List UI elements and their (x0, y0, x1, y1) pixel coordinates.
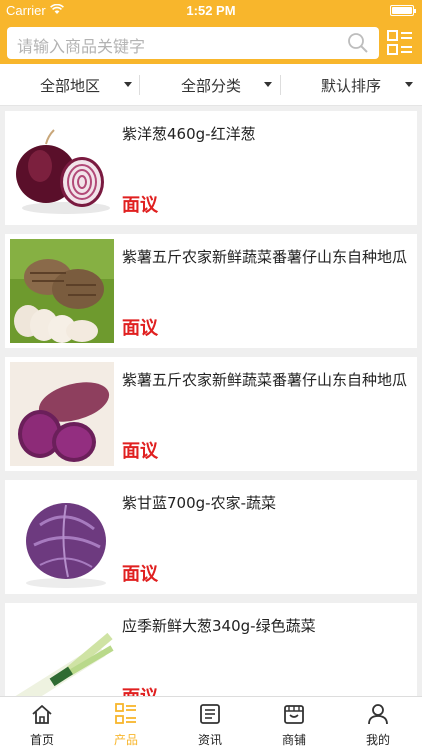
shop-icon (284, 705, 304, 724)
divider (280, 75, 281, 95)
product-image (10, 239, 114, 343)
tab-products[interactable]: 产品 (84, 697, 168, 750)
filter-region-label: 全部地区 (40, 77, 101, 95)
filter-region[interactable]: 全部地区 (0, 64, 140, 106)
search-input[interactable]: 请输入商品关键字 (7, 27, 379, 59)
tab-news[interactable]: 资讯 (168, 697, 252, 750)
product-card[interactable]: 紫薯五斤农家新鲜蔬菜番薯仔山东自种地瓜 面议 (5, 234, 417, 348)
product-title: 紫薯五斤农家新鲜蔬菜番薯仔山东自种地瓜 (122, 248, 408, 266)
product-card[interactable]: 应季新鲜大葱340g-绿色蔬菜 面议 (5, 603, 417, 696)
product-title: 紫薯五斤农家新鲜蔬菜番薯仔山东自种地瓜 (122, 371, 408, 389)
user-icon (368, 704, 388, 725)
status-bar: Carrier 1:52 PM (0, 0, 422, 22)
product-price: 面议 (122, 564, 158, 585)
product-title: 应季新鲜大葱340g-绿色蔬菜 (122, 617, 316, 635)
product-title: 紫甘蓝700g-农家-蔬菜 (122, 494, 276, 512)
product-title: 紫洋葱460g-红洋葱 (122, 125, 256, 143)
product-image (10, 116, 114, 220)
tab-bar: 首页 产品 资讯 商铺 我的 (0, 696, 422, 750)
product-price: 面议 (122, 195, 158, 216)
news-icon (200, 704, 220, 724)
tab-shops[interactable]: 商铺 (252, 697, 336, 750)
divider (139, 75, 140, 95)
chevron-down-icon (124, 82, 132, 87)
product-image (10, 362, 114, 466)
category-menu-icon[interactable] (387, 30, 413, 56)
product-price: 面议 (122, 441, 158, 462)
tab-news-label: 资讯 (197, 733, 222, 747)
tab-shops-label: 商铺 (281, 733, 306, 747)
product-price: 面议 (122, 318, 158, 339)
product-list[interactable]: 紫洋葱460g-红洋葱 面议 紫薯五斤农家新鲜蔬菜番薯仔山东自种地瓜 面议 紫薯… (0, 106, 422, 696)
search-placeholder: 请输入商品关键字 (17, 37, 146, 56)
filter-sort-label: 默认排序 (321, 77, 382, 95)
chevron-down-icon (264, 82, 272, 87)
chevron-down-icon (405, 82, 413, 87)
filter-category[interactable]: 全部分类 (141, 64, 281, 106)
tab-mine-label: 我的 (365, 733, 390, 747)
tab-home[interactable]: 首页 (0, 697, 84, 750)
search-icon[interactable] (347, 32, 369, 54)
product-image (10, 485, 114, 589)
app-header: Carrier 1:52 PM 请输入商品关键字 (0, 0, 422, 64)
product-price: 面议 (122, 683, 158, 696)
product-card[interactable]: 紫甘蓝700g-农家-蔬菜 面议 (5, 480, 417, 594)
battery-icon (390, 5, 416, 16)
product-card[interactable]: 紫洋葱460g-红洋葱 面议 (5, 111, 417, 225)
tab-home-label: 首页 (29, 733, 54, 747)
tab-mine[interactable]: 我的 (336, 697, 420, 750)
filter-sort[interactable]: 默认排序 (282, 64, 422, 106)
filter-category-label: 全部分类 (181, 77, 242, 95)
filter-bar: 全部地区 全部分类 默认排序 (0, 64, 422, 106)
product-image (10, 608, 114, 696)
home-icon (32, 705, 52, 724)
status-time: 1:52 PM (186, 3, 236, 18)
product-card[interactable]: 紫薯五斤农家新鲜蔬菜番薯仔山东自种地瓜 面议 (5, 357, 417, 471)
product-grid-icon (115, 703, 136, 724)
tab-products-label: 产品 (113, 733, 138, 747)
